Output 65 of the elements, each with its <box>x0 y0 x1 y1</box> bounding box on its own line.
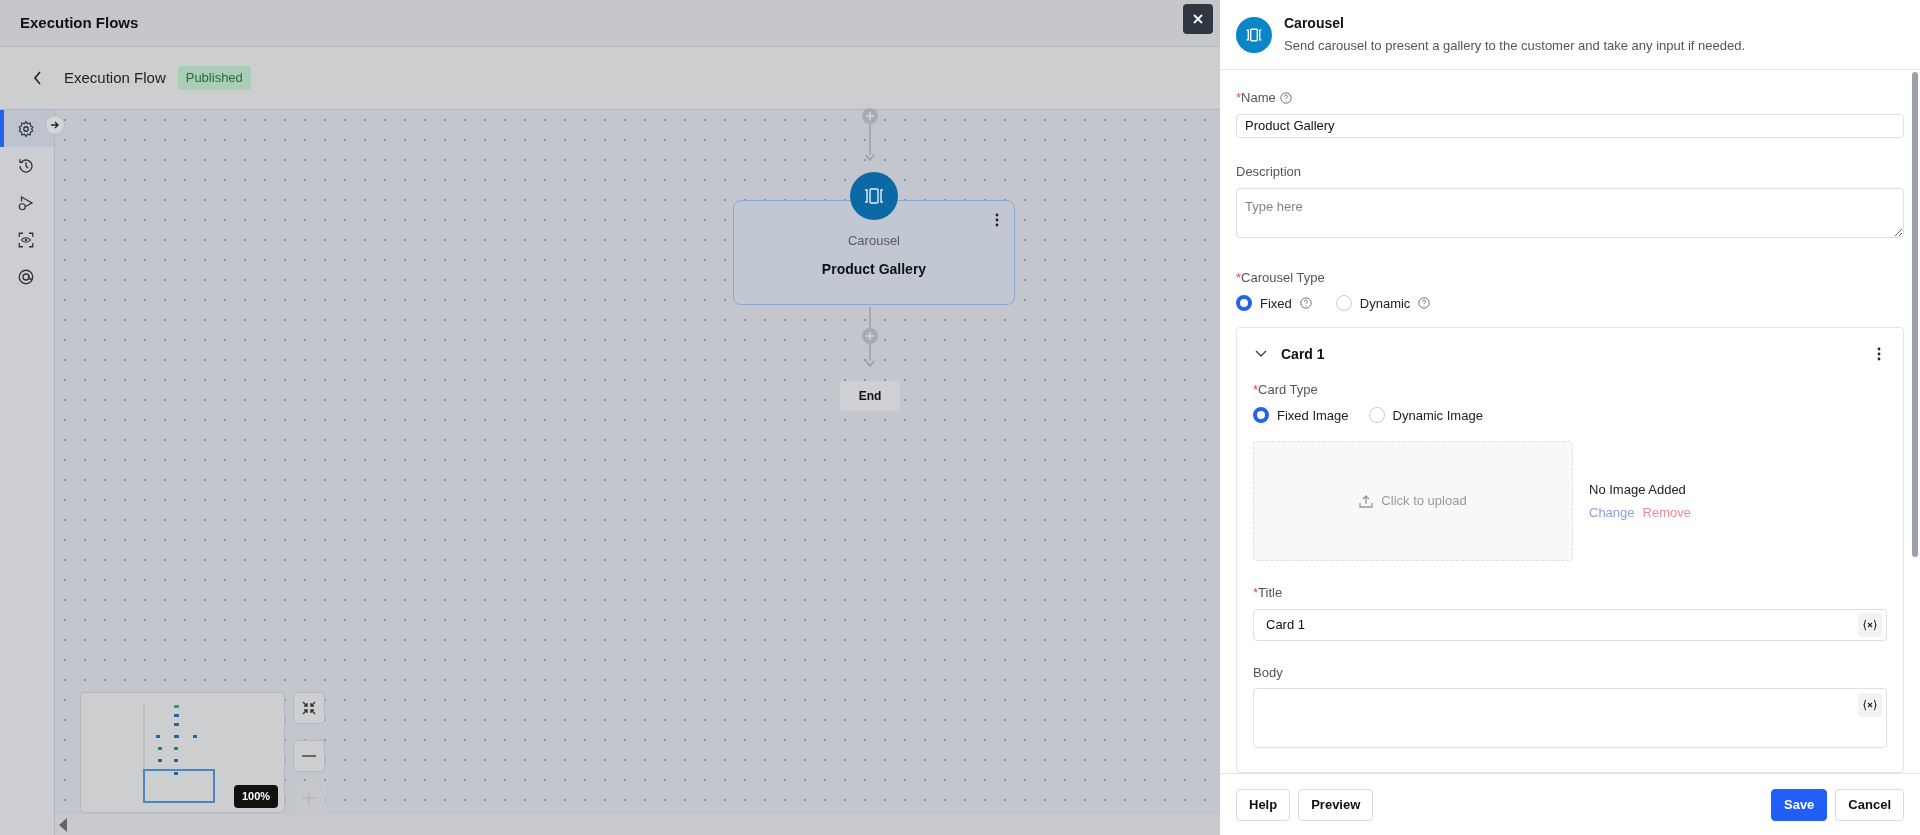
help-icon[interactable] <box>1299 297 1312 310</box>
node-name: Product Gallery <box>821 259 927 279</box>
radio-button[interactable] <box>1253 407 1269 424</box>
zoom-level: 100% <box>234 785 279 808</box>
minus-icon <box>302 755 316 757</box>
field-label: Description <box>1236 163 1302 182</box>
carousel-node-icon <box>850 172 898 220</box>
fit-view-button[interactable] <box>293 692 325 724</box>
field-value: Card 1 <box>1266 615 1307 634</box>
field-label: *Title <box>1253 584 1283 602</box>
scroll-left-icon[interactable] <box>59 818 67 832</box>
expand-button[interactable] <box>45 115 65 135</box>
field-label: *Card Type <box>1253 381 1318 399</box>
zoom-out-button[interactable] <box>293 740 325 772</box>
radio-option[interactable]: Dynamic Image <box>1368 405 1483 425</box>
sidebar-item[interactable] <box>0 110 54 147</box>
node-type: Carousel <box>848 232 900 250</box>
variable-icon <box>1863 699 1877 711</box>
field-label: *Name <box>1236 89 1276 107</box>
end-node: End <box>840 381 900 411</box>
upload-icon <box>1359 494 1374 508</box>
variable-button[interactable] <box>1858 612 1882 637</box>
description-field[interactable]: Type here <box>1236 187 1904 238</box>
vertical-scrollbar[interactable] <box>1912 72 1918 557</box>
radio-option[interactable]: Fixed Image <box>1253 405 1349 425</box>
name-field[interactable]: Product Gallery <box>1236 113 1904 139</box>
more-icon <box>1877 347 1881 361</box>
play-icon <box>17 193 35 212</box>
help-icon[interactable] <box>1418 297 1431 310</box>
radio-option[interactable]: Dynamic <box>1335 293 1411 313</box>
carousel-icon <box>1236 16 1272 53</box>
chevron-down-icon <box>1255 350 1267 358</box>
settings-icon <box>17 119 35 138</box>
page-title: Execution Flows <box>20 12 139 33</box>
footer-button[interactable]: Preview <box>1298 788 1374 821</box>
radio-option[interactable]: Fixed <box>1236 293 1292 313</box>
variable-icon <box>1863 618 1877 631</box>
arrow-right-icon <box>50 121 60 129</box>
field-label: *Carousel Type <box>1236 269 1325 287</box>
at-sign-icon <box>17 267 35 286</box>
flow-node-card[interactable]: Carousel Product Gallery <box>733 200 1015 305</box>
more-icon[interactable] <box>995 213 999 227</box>
flow-title: Execution Flow <box>64 67 166 88</box>
panel-subtitle: Send carousel to present a gallery to the customer and take any input if needed. <box>1284 37 1746 56</box>
close-button[interactable] <box>1183 4 1213 34</box>
viewport-frame[interactable] <box>143 769 215 803</box>
body-field[interactable] <box>1253 688 1887 748</box>
image-status: No Image Added <box>1589 480 1687 499</box>
status-badge: Published <box>177 66 251 90</box>
close-icon <box>1193 14 1203 24</box>
save-button[interactable]: Save <box>1771 788 1828 821</box>
radio-button[interactable] <box>1236 295 1252 312</box>
history-icon <box>17 156 35 175</box>
eye-scan-icon <box>17 230 35 249</box>
footer-button[interactable]: Help <box>1236 788 1291 821</box>
help-icon[interactable] <box>1279 91 1292 104</box>
title-field[interactable]: Card 1 <box>1253 608 1887 641</box>
collapse-arrows-icon <box>302 701 316 715</box>
field-label: Body <box>1253 663 1283 682</box>
footer-button[interactable]: Cancel <box>1835 788 1904 821</box>
variable-button[interactable] <box>1858 693 1882 717</box>
panel-title: Carousel <box>1284 14 1345 34</box>
chevron-left-icon <box>33 71 43 85</box>
card-title: Card 1 <box>1281 344 1326 364</box>
horizontal-scrollbar[interactable] <box>55 815 1220 835</box>
